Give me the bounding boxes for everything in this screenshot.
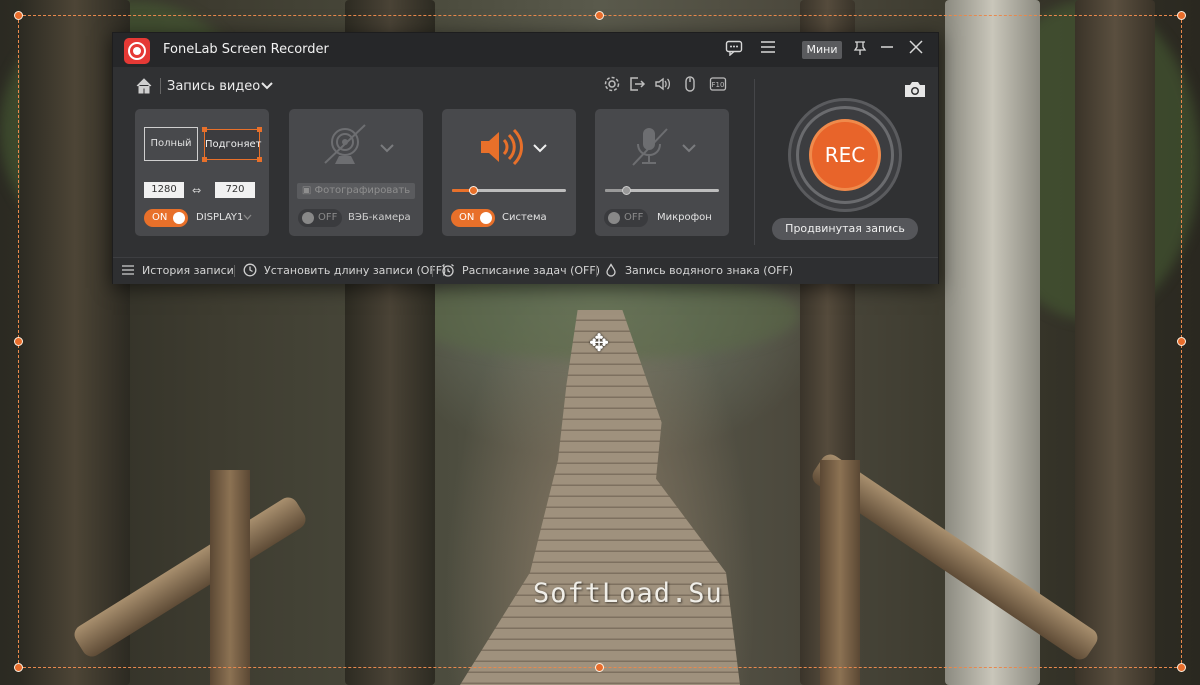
region-handle-bottom-left[interactable] bbox=[14, 663, 23, 672]
record-length-button[interactable]: Установить длину записи (OFF) bbox=[243, 263, 446, 277]
display-selector[interactable]: DISPLAY1 bbox=[196, 212, 243, 223]
chevron-down-icon[interactable] bbox=[681, 143, 697, 153]
corner-marker bbox=[202, 127, 207, 132]
pin-icon[interactable] bbox=[851, 40, 869, 60]
export-icon[interactable] bbox=[628, 75, 646, 93]
toggle-knob bbox=[302, 212, 314, 224]
system-sound-panel: ON Система bbox=[442, 109, 576, 236]
clock-icon bbox=[243, 263, 257, 277]
drop-icon bbox=[606, 263, 616, 277]
region-handle-left[interactable] bbox=[14, 337, 23, 346]
snapshot-label: Фотографировать bbox=[314, 185, 411, 196]
home-icon[interactable] bbox=[135, 77, 153, 95]
toggle-label: ON bbox=[459, 212, 475, 223]
slider-knob[interactable] bbox=[622, 186, 631, 195]
toggle-knob bbox=[173, 212, 185, 224]
microphone-icon bbox=[632, 128, 668, 166]
menu-icon[interactable] bbox=[758, 40, 778, 60]
screenshot-camera-icon[interactable] bbox=[903, 79, 927, 99]
toggle-knob bbox=[480, 212, 492, 224]
region-handle-top[interactable] bbox=[595, 11, 604, 20]
divider bbox=[160, 78, 161, 94]
height-input[interactable]: 720 bbox=[215, 182, 255, 198]
chevron-down-icon[interactable] bbox=[260, 79, 274, 93]
speaker-icon bbox=[481, 128, 523, 166]
toggle-label: OFF bbox=[624, 212, 644, 223]
mouse-icon[interactable] bbox=[681, 75, 699, 93]
divider bbox=[234, 265, 235, 277]
region-handle-bottom-right[interactable] bbox=[1177, 663, 1186, 672]
recorder-window: FoneLab Screen Recorder Мини Запись виде… bbox=[112, 32, 939, 284]
system-sound-label: Система bbox=[502, 212, 547, 223]
task-schedule-button[interactable]: Расписание задач (OFF) bbox=[441, 263, 600, 277]
corner-marker bbox=[202, 157, 207, 162]
mode-selector[interactable]: Запись видео bbox=[167, 79, 260, 94]
camera-icon: ▣ bbox=[301, 185, 315, 196]
system-sound-toggle[interactable]: ON bbox=[451, 209, 495, 227]
link-ratio-icon[interactable]: ⇔ bbox=[192, 184, 208, 197]
move-icon[interactable]: ✥ bbox=[586, 330, 612, 356]
schedule-label: Расписание задач (OFF) bbox=[462, 263, 600, 277]
app-logo-icon bbox=[124, 38, 150, 64]
close-icon[interactable] bbox=[907, 40, 925, 60]
corner-marker bbox=[257, 157, 262, 162]
rec-button-frame: REC bbox=[788, 98, 902, 212]
system-volume-slider[interactable] bbox=[452, 186, 566, 195]
region-handle-top-left[interactable] bbox=[14, 11, 23, 20]
title-bar[interactable]: FoneLab Screen Recorder Мини bbox=[113, 33, 938, 67]
full-screen-option[interactable]: Полный bbox=[144, 127, 198, 161]
chevron-down-icon[interactable] bbox=[243, 214, 252, 221]
status-bar: История записи Установить длину записи (… bbox=[113, 257, 938, 284]
region-handle-bottom[interactable] bbox=[595, 663, 604, 672]
alarm-clock-icon bbox=[442, 263, 454, 277]
custom-region-option[interactable]: Подгоняет bbox=[202, 127, 262, 162]
chevron-down-icon[interactable] bbox=[379, 143, 395, 153]
mini-button[interactable]: Мини bbox=[802, 41, 842, 59]
webcam-toggle[interactable]: OFF bbox=[298, 209, 342, 227]
advanced-recorder-button[interactable]: Продвинутая запись bbox=[772, 218, 918, 240]
webcam-icon bbox=[324, 124, 366, 164]
hotkey-icon[interactable]: F10 bbox=[709, 75, 727, 93]
fit-label: Подгоняет bbox=[205, 139, 262, 150]
feedback-icon[interactable] bbox=[724, 40, 744, 60]
watermark-label: Запись водяного знака (OFF) bbox=[625, 263, 794, 277]
watermark-button[interactable]: Запись водяного знака (OFF) bbox=[604, 263, 793, 277]
toggle-label: OFF bbox=[318, 212, 338, 223]
speaker-icon[interactable] bbox=[654, 75, 672, 93]
corner-marker bbox=[257, 127, 262, 132]
region-handle-top-right[interactable] bbox=[1177, 11, 1186, 20]
settings-icon[interactable] bbox=[603, 75, 621, 93]
webcam-panel: ▣ Фотографировать OFF ВЭБ-камера bbox=[289, 109, 423, 236]
rec-button[interactable]: REC bbox=[812, 122, 878, 188]
toggle-knob bbox=[608, 212, 620, 224]
width-input[interactable]: 1280 bbox=[144, 182, 184, 198]
mic-volume-slider[interactable] bbox=[605, 186, 719, 195]
history-label: История записи bbox=[142, 263, 234, 277]
list-icon bbox=[122, 265, 134, 275]
microphone-toggle[interactable]: OFF bbox=[604, 209, 648, 227]
length-label: Установить длину записи (OFF) bbox=[264, 263, 447, 277]
recording-history-button[interactable]: История записи bbox=[121, 263, 234, 277]
microphone-panel: OFF Микрофон bbox=[595, 109, 729, 236]
full-label: Полный bbox=[150, 138, 192, 149]
snapshot-button[interactable]: ▣ Фотографировать bbox=[297, 183, 415, 199]
chevron-down-icon[interactable] bbox=[532, 143, 548, 153]
divider bbox=[596, 265, 597, 277]
slider-knob[interactable] bbox=[469, 186, 478, 195]
display-panel: Полный Подгоняет 1280 ⇔ 720 ON DISPLAY1 bbox=[135, 109, 269, 236]
display-toggle[interactable]: ON bbox=[144, 209, 188, 227]
divider bbox=[432, 265, 433, 277]
microphone-label: Микрофон bbox=[657, 212, 712, 223]
app-title: FoneLab Screen Recorder bbox=[163, 42, 329, 57]
divider bbox=[754, 79, 755, 245]
region-handle-right[interactable] bbox=[1177, 337, 1186, 346]
svg-text:F10: F10 bbox=[712, 81, 725, 89]
webcam-label: ВЭБ-камера bbox=[348, 212, 411, 223]
minimize-icon[interactable] bbox=[878, 40, 896, 60]
toggle-label: ON bbox=[152, 212, 168, 223]
